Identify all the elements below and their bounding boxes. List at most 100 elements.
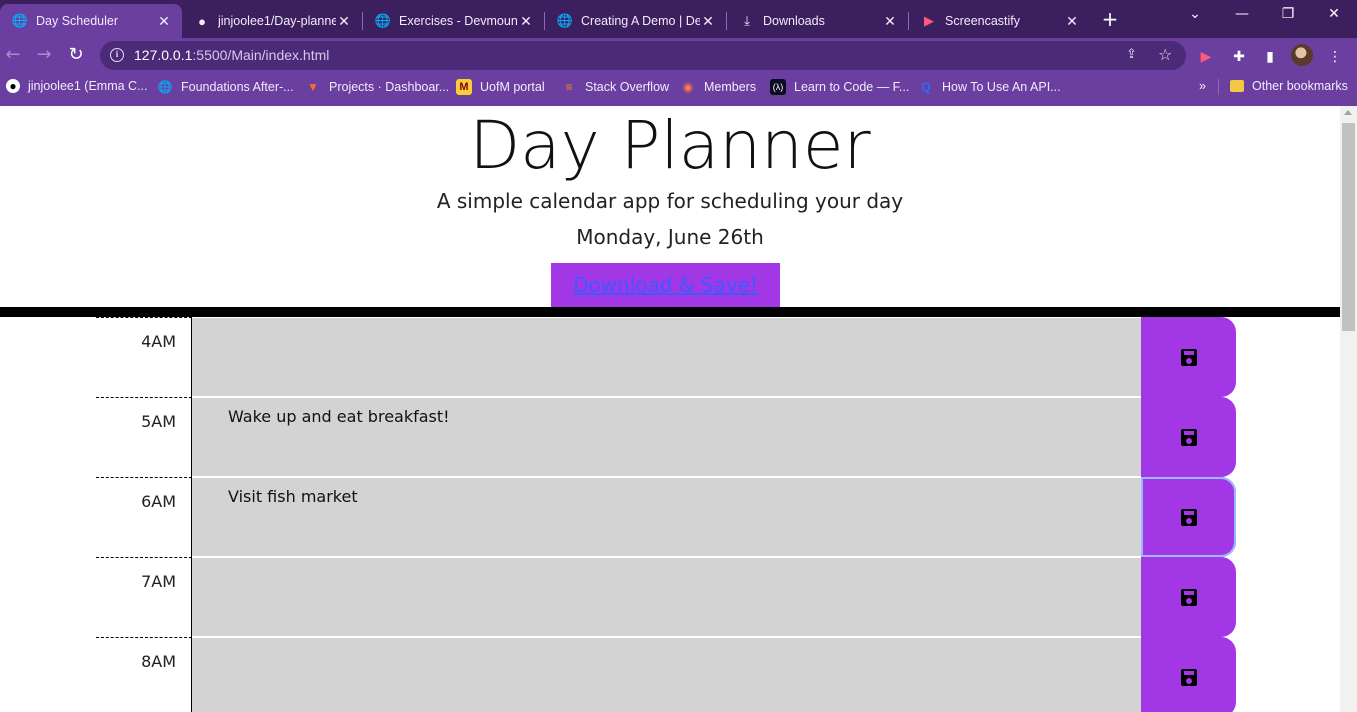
globe-icon: 🌐 bbox=[374, 13, 392, 28]
bookmark-label: Foundations After-... bbox=[181, 80, 294, 94]
bookmark-label: Projects · Dashboar... bbox=[329, 80, 450, 94]
bookmark-item[interactable]: ◉ Members bbox=[680, 79, 756, 95]
bookmark-label: Learn to Code — F... bbox=[794, 80, 910, 94]
scroll-up-arrow-icon[interactable] bbox=[1344, 110, 1352, 115]
bookmarks-bar: ● jinjoolee1 (Emma C... 🌐 Foundations Af… bbox=[0, 72, 1357, 102]
umn-icon: M bbox=[456, 79, 472, 95]
tab-exercises[interactable]: 🌐 Exercises - Devmount ✕ bbox=[363, 4, 544, 38]
more-bookmarks-chevron[interactable]: » bbox=[1199, 79, 1206, 93]
github-icon: ● bbox=[198, 13, 206, 29]
globe-icon: 🌐 bbox=[11, 13, 29, 28]
browser-toolbar: ← → ↻ i 127.0.0.1:5500/Main/index.html ⇪… bbox=[0, 38, 1357, 72]
bookmark-label: Members bbox=[704, 80, 757, 94]
bookmark-label: jinjoolee1 (Emma C... bbox=[28, 79, 148, 93]
event-textarea[interactable] bbox=[192, 317, 1141, 397]
time-block-row: 6AM Visit fish market bbox=[96, 477, 1236, 557]
bookmark-label: UofM portal bbox=[480, 80, 545, 94]
more-bookmarks-label: » bbox=[1199, 79, 1206, 93]
bookmark-divider bbox=[1218, 79, 1219, 95]
bookmark-item[interactable]: Q How To Use An API... bbox=[918, 79, 1061, 95]
close-icon[interactable]: ✕ bbox=[518, 13, 534, 30]
rapidapi-icon: Q bbox=[921, 80, 931, 94]
bookmark-item[interactable]: ● jinjoolee1 (Emma C... bbox=[6, 79, 148, 93]
extensions-puzzle-icon[interactable]: ✚ bbox=[1229, 47, 1249, 67]
screencastify-icon: ▶ bbox=[924, 13, 934, 28]
info-icon[interactable]: i bbox=[110, 48, 124, 62]
close-icon[interactable]: ✕ bbox=[700, 13, 716, 30]
hour-label: 5AM bbox=[96, 397, 192, 477]
tab-title: Exercises - Devmount bbox=[399, 14, 518, 28]
bookmark-item[interactable]: ▼ Projects · Dashboar... bbox=[305, 79, 449, 95]
page-scrollbar[interactable] bbox=[1340, 106, 1357, 712]
tab-creating-demo[interactable]: 🌐 Creating A Demo | De ✕ bbox=[545, 4, 726, 38]
address-bar[interactable]: i 127.0.0.1:5500/Main/index.html ⇪ ☆ bbox=[100, 41, 1186, 70]
side-panel-icon[interactable]: ▮ bbox=[1260, 47, 1280, 67]
event-textarea[interactable] bbox=[192, 557, 1141, 637]
github-icon: ● bbox=[6, 79, 20, 93]
profile-avatar[interactable] bbox=[1291, 44, 1313, 66]
hour-label: 8AM bbox=[96, 637, 192, 712]
new-tab-plus-icon[interactable]: + bbox=[1098, 8, 1122, 32]
bookmark-label: Stack Overflow bbox=[585, 80, 670, 94]
save-button[interactable] bbox=[1141, 637, 1236, 712]
event-textarea[interactable] bbox=[192, 637, 1141, 712]
close-icon[interactable]: ✕ bbox=[882, 13, 898, 30]
globe-icon: 🌐 bbox=[157, 80, 173, 94]
share-icon[interactable]: ⇪ bbox=[1126, 47, 1137, 62]
time-block-row: 5AM Wake up and eat breakfast! bbox=[96, 397, 1236, 477]
bookmark-star-icon[interactable]: ☆ bbox=[1158, 45, 1172, 64]
back-arrow-icon[interactable]: ← bbox=[2, 44, 24, 66]
minimize-icon[interactable]: — bbox=[1227, 6, 1257, 22]
download-save-button[interactable]: Download & Save! bbox=[551, 263, 780, 307]
save-disk-icon bbox=[1180, 348, 1197, 366]
download-icon: ⤓ bbox=[744, 13, 750, 28]
bookmark-item[interactable]: 🌐 Foundations After-... bbox=[157, 79, 294, 95]
tab-screencastify[interactable]: ▶ Screencastify ✕ bbox=[909, 4, 1090, 38]
page-viewport: Day Planner A simple calendar app for sc… bbox=[0, 106, 1340, 712]
save-button[interactable] bbox=[1141, 317, 1236, 397]
save-disk-icon bbox=[1180, 428, 1197, 446]
tab-strip: 🌐 Day Scheduler ✕ ● jinjoolee1/Day-plann… bbox=[0, 0, 1357, 38]
time-block-list: 4AM 5AM Wake up and eat breakfast! 6AM V… bbox=[96, 317, 1236, 712]
current-day: Monday, June 26th bbox=[576, 225, 764, 249]
event-textarea[interactable]: Visit fish market bbox=[192, 477, 1141, 557]
save-disk-icon bbox=[1180, 588, 1197, 606]
url-text[interactable]: 127.0.0.1:5500/Main/index.html bbox=[134, 47, 329, 63]
close-icon[interactable]: ✕ bbox=[1064, 13, 1080, 30]
bookmark-label: How To Use An API... bbox=[942, 80, 1061, 94]
restore-icon[interactable]: ❐ bbox=[1273, 6, 1303, 22]
save-disk-icon bbox=[1180, 668, 1197, 686]
tab-github[interactable]: ● jinjoolee1/Day-planne ✕ bbox=[182, 4, 362, 38]
hour-label: 4AM bbox=[96, 317, 192, 397]
save-button[interactable] bbox=[1141, 477, 1236, 557]
forward-arrow-icon[interactable]: → bbox=[33, 44, 55, 66]
save-button[interactable] bbox=[1141, 557, 1236, 637]
chevron-down-icon[interactable]: ⌄ bbox=[1180, 6, 1210, 22]
tab-title: jinjoolee1/Day-planne bbox=[218, 14, 336, 28]
hour-label: 6AM bbox=[96, 477, 192, 557]
other-bookmarks[interactable]: Other bookmarks bbox=[1230, 79, 1348, 93]
stackoverflow-icon: ≡ bbox=[565, 80, 573, 94]
page-subtitle: A simple calendar app for scheduling you… bbox=[436, 189, 904, 213]
event-textarea[interactable]: Wake up and eat breakfast! bbox=[192, 397, 1141, 477]
hour-label: 7AM bbox=[96, 557, 192, 637]
close-icon[interactable]: ✕ bbox=[336, 13, 352, 30]
page-title: Day Planner bbox=[469, 107, 871, 184]
page-header: Day Planner A simple calendar app for sc… bbox=[0, 106, 1340, 307]
close-icon[interactable]: ✕ bbox=[156, 13, 172, 30]
screencastify-extension-icon[interactable]: ▶ bbox=[1196, 47, 1216, 67]
bookmark-item[interactable]: ≡ Stack Overflow bbox=[561, 79, 669, 95]
tab-downloads[interactable]: ⤓ Downloads ✕ bbox=[727, 4, 908, 38]
save-button[interactable] bbox=[1141, 397, 1236, 477]
menu-kebab-icon[interactable]: ⋮ bbox=[1325, 47, 1345, 67]
close-window-icon[interactable]: ✕ bbox=[1319, 6, 1349, 22]
bookmark-item[interactable]: M UofM portal bbox=[456, 79, 545, 95]
reload-icon[interactable]: ↻ bbox=[65, 44, 87, 66]
time-block-row: 7AM bbox=[96, 557, 1236, 637]
members-icon: ◉ bbox=[682, 80, 694, 94]
bookmark-item[interactable]: (λ) Learn to Code — F... bbox=[770, 79, 909, 95]
tab-day-scheduler[interactable]: 🌐 Day Scheduler ✕ bbox=[0, 4, 182, 38]
time-block-row: 8AM bbox=[96, 637, 1236, 712]
freecodecamp-icon: (λ) bbox=[770, 79, 786, 95]
scrollbar-thumb[interactable] bbox=[1342, 123, 1355, 331]
